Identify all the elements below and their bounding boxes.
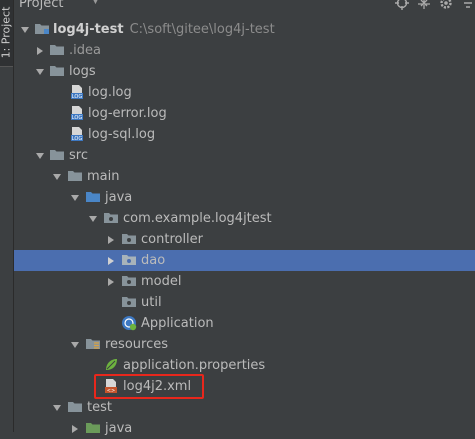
tree-row-application-properties[interactable]: application.properties: [14, 355, 475, 376]
tree-row-logs[interactable]: logs: [14, 61, 475, 82]
tree-row-idea[interactable]: .idea: [14, 40, 475, 61]
project-panel-header: Project ▼: [14, 0, 475, 13]
model-package-label: model: [141, 274, 182, 289]
log-file-icon: LOG: [71, 85, 83, 100]
project-tool-tab[interactable]: 1: Project: [0, 0, 13, 67]
test-folder-label: test: [87, 400, 112, 415]
package-icon: [104, 213, 118, 223]
log-file-label: log-error.log: [88, 106, 167, 121]
folder-icon: [50, 66, 64, 76]
chevron-right-icon[interactable]: [70, 424, 80, 434]
folder-icon: [68, 171, 82, 181]
chevron-right-icon[interactable]: [106, 277, 116, 287]
chevron-down-icon[interactable]: [88, 214, 98, 224]
panel-title[interactable]: Project: [19, 0, 63, 11]
tree-row-src[interactable]: src: [14, 145, 475, 166]
locate-icon[interactable]: [395, 0, 411, 12]
resources-folder-label: resources: [105, 337, 169, 352]
tree-row-log-file[interactable]: LOG log-sql.log: [14, 124, 475, 145]
chevron-down-icon[interactable]: [52, 403, 62, 413]
chevron-down-icon[interactable]: [20, 25, 30, 35]
hide-panel-icon[interactable]: [461, 0, 475, 12]
tree-row-test[interactable]: test: [14, 397, 475, 418]
svg-text:LOG: LOG: [72, 115, 83, 121]
tree-row-util[interactable]: util: [14, 292, 475, 313]
log-file-icon: LOG: [71, 106, 83, 121]
tool-window-strip: 1: Project: [0, 0, 14, 432]
idea-folder-label: .idea: [69, 43, 101, 58]
application-class-label: Application: [141, 316, 214, 331]
util-package-label: util: [141, 295, 162, 310]
svg-text:LOG: LOG: [72, 94, 83, 100]
dao-package-label: dao: [141, 253, 166, 268]
tree-row-model[interactable]: model: [14, 271, 475, 292]
tree-row-java[interactable]: java: [14, 187, 475, 208]
chevron-down-icon[interactable]: [52, 172, 62, 182]
collapse-all-icon[interactable]: [417, 0, 433, 12]
test-source-folder-icon: [86, 423, 100, 433]
tree-row-test-java[interactable]: java: [14, 418, 475, 439]
log-file-icon: LOG: [71, 127, 83, 142]
main-folder-label: main: [87, 169, 120, 184]
test-java-folder-label: java: [105, 421, 133, 436]
package-icon: [122, 234, 136, 244]
annotation-highlight-box: [94, 374, 204, 399]
spring-boot-class-icon: [122, 316, 137, 331]
logs-folder-label: logs: [69, 64, 96, 79]
log-file-label: log-sql.log: [88, 127, 156, 142]
root-project-path: C:\soft\gitee\log4j-test: [129, 22, 275, 37]
tree-row-main[interactable]: main: [14, 166, 475, 187]
chevron-down-icon[interactable]: [70, 193, 80, 203]
gear-icon[interactable]: [439, 0, 455, 12]
tree-row-application[interactable]: Application: [14, 313, 475, 334]
tree-row-controller[interactable]: controller: [14, 229, 475, 250]
chevron-right-icon[interactable]: [35, 46, 45, 56]
folder-icon: [50, 45, 64, 55]
project-tool-tab-label: 1: Project: [0, 6, 13, 59]
spring-properties-icon: [106, 359, 117, 370]
root-project-name: log4j-test: [53, 22, 124, 37]
folder-icon: [50, 150, 64, 160]
chevron-down-icon[interactable]: [70, 340, 80, 350]
java-folder-label: java: [105, 190, 133, 205]
tree-row-log4j2-xml[interactable]: <> log4j2.xml: [14, 376, 475, 397]
tree-row-resources[interactable]: resources: [14, 334, 475, 355]
tree-row-log-file[interactable]: LOG log-error.log: [14, 103, 475, 124]
package-icon: [122, 276, 136, 286]
log-file-label: log.log: [88, 85, 132, 100]
package-icon: [122, 255, 136, 265]
svg-text:LOG: LOG: [72, 136, 83, 142]
chevron-down-icon[interactable]: [35, 67, 45, 77]
chevron-right-icon[interactable]: [106, 256, 116, 266]
folder-icon: [68, 402, 82, 412]
resources-folder-icon: [86, 339, 100, 349]
application-properties-label: application.properties: [123, 358, 266, 373]
chevron-down-icon[interactable]: [35, 151, 45, 161]
src-folder-label: src: [69, 148, 88, 163]
chevron-down-icon[interactable]: ▼: [92, 0, 99, 6]
source-folder-icon: [86, 192, 100, 202]
package-label: com.example.log4jtest: [123, 211, 272, 226]
controller-package-label: controller: [141, 232, 204, 247]
tree-row-root[interactable]: log4j-test C:\soft\gitee\log4j-test: [14, 19, 475, 40]
tree-row-log-file[interactable]: LOG log.log: [14, 82, 475, 103]
module-folder-icon: [35, 24, 49, 34]
tree-row-dao[interactable]: dao: [14, 250, 475, 271]
tree-row-package[interactable]: com.example.log4jtest: [14, 208, 475, 229]
chevron-right-icon[interactable]: [106, 235, 116, 245]
package-icon: [122, 297, 136, 307]
